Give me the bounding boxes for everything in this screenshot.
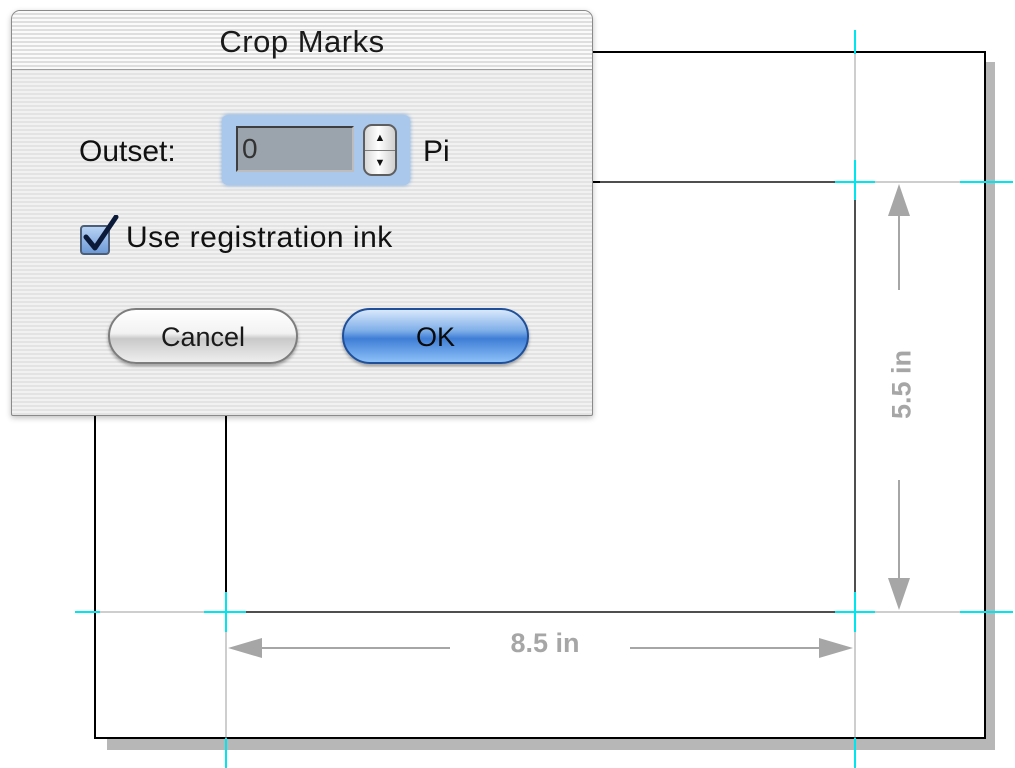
registration-ink-label[interactable]: Use registration ink [126, 221, 393, 255]
outset-label: Outset: [79, 135, 176, 168]
outset-field-focus-ring: ▲ ▼ [222, 115, 410, 185]
stepper-up-arrow-icon[interactable]: ▲ [365, 126, 395, 150]
stepper-down-arrow-icon[interactable]: ▼ [365, 151, 395, 174]
checkmark-icon [83, 215, 119, 251]
outset-stepper[interactable]: ▲ ▼ [363, 124, 397, 176]
outset-input[interactable] [236, 126, 354, 172]
crop-marks-dialog: Crop Marks Outset: ▲ ▼ Pi Use registrati… [11, 10, 593, 416]
dialog-title: Crop Marks [219, 24, 385, 59]
ok-button[interactable]: OK [342, 308, 529, 364]
width-dimension-label: 8.5 in [470, 628, 620, 659]
dialog-titlebar[interactable]: Crop Marks [12, 11, 592, 70]
cancel-button[interactable]: Cancel [108, 308, 298, 364]
outset-unit-label: Pi [423, 135, 450, 168]
registration-ink-checkbox[interactable] [80, 215, 119, 255]
height-dimension-label: 5.5 in [886, 329, 918, 440]
